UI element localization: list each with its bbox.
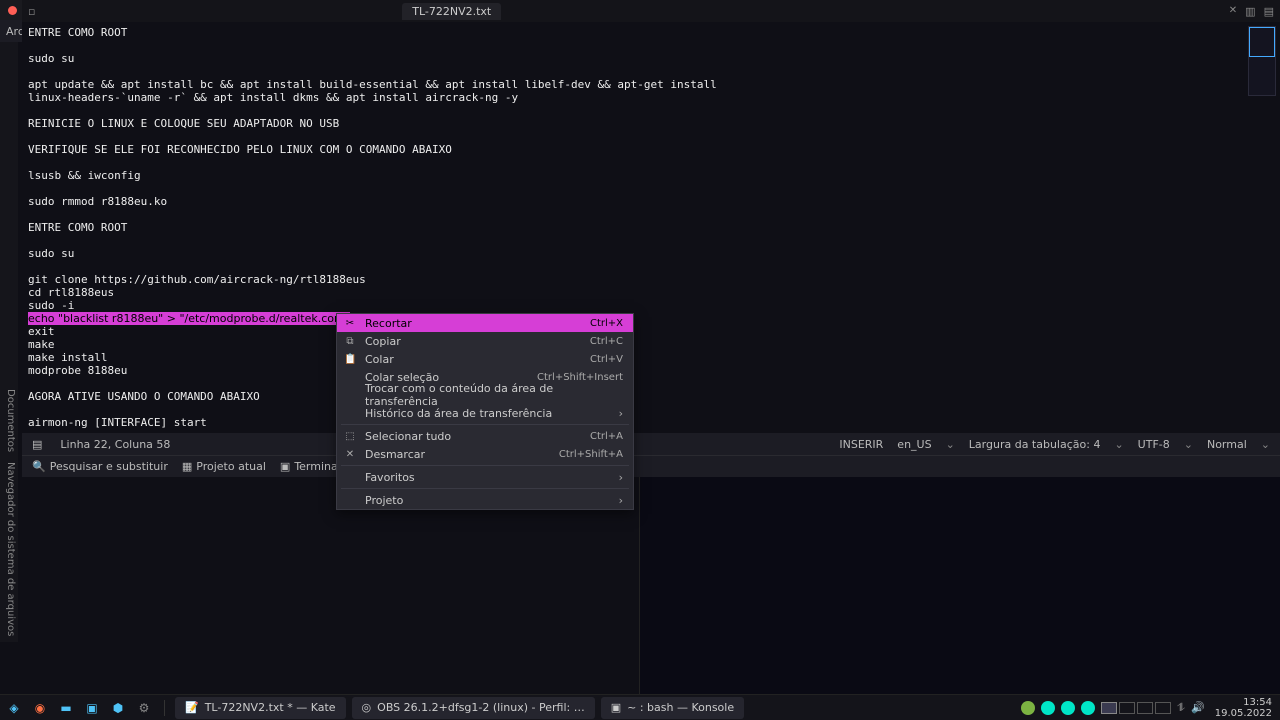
tool-search[interactable]: 🔍Pesquisar e substituir (32, 460, 168, 473)
tb-firefox-icon[interactable]: ◉ (30, 698, 50, 718)
tray-vol-icon[interactable]: 🔊 (1191, 701, 1205, 714)
editor-area[interactable]: ENTRE COMO ROOT sudo su apt update && ap… (22, 22, 1280, 433)
status-encoding[interactable]: UTF-8 (1138, 438, 1170, 451)
status-circle-3[interactable] (1061, 701, 1075, 715)
cm-favoritos[interactable]: Favoritos› (337, 468, 633, 486)
cm-copiar[interactable]: ⧉CopiarCtrl+C (337, 332, 633, 350)
status-circle-1[interactable] (1021, 701, 1035, 715)
konsole-icon: ▣ (611, 701, 621, 714)
dropdown-icon[interactable]: ⌄ (1114, 438, 1123, 451)
status-circle-4[interactable] (1081, 701, 1095, 715)
tb-settings-icon[interactable]: ⚙ (134, 698, 154, 718)
dropdown-icon[interactable]: ⌄ (946, 438, 955, 451)
tb-terminal-icon[interactable]: ▣ (82, 698, 102, 718)
terminal-icon: ▣ (280, 460, 290, 473)
tab-label: TL-722NV2.txt (412, 5, 491, 18)
tab-active[interactable]: TL-722NV2.txt (402, 3, 501, 20)
tab-close-icon[interactable]: ✕ (1229, 5, 1237, 18)
taskbar-app-obs[interactable]: ◎OBS 26.1.2+dfsg1-2 (linux) - Perfil: … (352, 697, 595, 719)
kate-bottom-tools: 🔍Pesquisar e substituir ▦Projeto atual ▣… (22, 455, 1280, 477)
start-menu-icon[interactable]: ◈ (4, 698, 24, 718)
sidebar-fs-browser[interactable]: Navegador do sistema de arquivos (2, 462, 16, 636)
tool-project[interactable]: ▦Projeto atual (182, 460, 266, 473)
status-tabwidth[interactable]: Largura da tabulação: 4 (969, 438, 1101, 451)
kate-tabbar: ▫ TL-722NV2.txt ✕ ▥ ▤ (22, 0, 1280, 22)
tray-net-icon[interactable]: ⥮ (1177, 701, 1185, 715)
tb-code-icon[interactable]: ⬢ (108, 698, 128, 718)
taskbar-app-kate[interactable]: 📝TL-722NV2.txt * — Kate (175, 697, 346, 719)
status-mode-normal[interactable]: Normal (1207, 438, 1247, 451)
cm-recortar[interactable]: ✂RecortarCtrl+X (337, 314, 633, 332)
status-lang[interactable]: en_US (897, 438, 931, 451)
cm-selecionar-tudo[interactable]: ⬚Selecionar tudoCtrl+A (337, 427, 633, 445)
taskbar-clock[interactable]: 13:54 19.05.2022 (1211, 697, 1276, 719)
split-icon[interactable]: ▥ (1245, 5, 1255, 18)
cm-projeto[interactable]: Projeto› (337, 491, 633, 509)
status-circle-2[interactable] (1041, 701, 1055, 715)
tool-terminal[interactable]: ▣Terminal (280, 460, 341, 473)
tb-files-icon[interactable]: ▬ (56, 698, 76, 718)
minimap[interactable] (1248, 26, 1276, 96)
kate-icon: 📝 (185, 701, 199, 714)
cm-hist-rico-da-rea-de-transfer-ncia[interactable]: Histórico da área de transferência› (337, 404, 633, 422)
new-doc-icon[interactable]: ▫ (28, 5, 35, 18)
obs-icon: ◎ (362, 701, 372, 714)
kate-left-sidebar[interactable]: Documentos Navegador do sistema de arqui… (0, 42, 18, 642)
status-insert-mode[interactable]: INSERIR (839, 438, 883, 451)
status-showline-icon[interactable]: ▤ (32, 438, 42, 451)
project-icon: ▦ (182, 460, 192, 473)
kate-statusbar: ▤ Linha 22, Coluna 58 INSERIR en_US ⌄ La… (22, 433, 1280, 455)
cm-colar[interactable]: 📋ColarCtrl+V (337, 350, 633, 368)
split2-icon[interactable]: ▤ (1264, 5, 1274, 18)
close-icon[interactable] (8, 6, 17, 15)
taskbar: ◈ ◉ ▬ ▣ ⬢ ⚙ 📝TL-722NV2.txt * — Kate ◎OBS… (0, 694, 1280, 720)
cm-trocar-com-o-conte-do-da-rea-de-transfer-ncia[interactable]: Trocar com o conteúdo da área de transfe… (337, 386, 633, 404)
dropdown-icon[interactable]: ⌄ (1261, 438, 1270, 451)
sidebar-documentos[interactable]: Documentos (2, 389, 16, 452)
workspace-indicator[interactable] (1101, 702, 1171, 714)
status-position: Linha 22, Coluna 58 (60, 438, 170, 451)
context-menu[interactable]: ✂RecortarCtrl+X⧉CopiarCtrl+C📋ColarCtrl+V… (336, 313, 634, 510)
search-icon: 🔍 (32, 460, 46, 473)
cm-desmarcar[interactable]: ✕DesmarcarCtrl+Shift+A (337, 445, 633, 463)
dropdown-icon[interactable]: ⌄ (1184, 438, 1193, 451)
taskbar-app-konsole[interactable]: ▣~ : bash — Konsole (601, 697, 744, 719)
